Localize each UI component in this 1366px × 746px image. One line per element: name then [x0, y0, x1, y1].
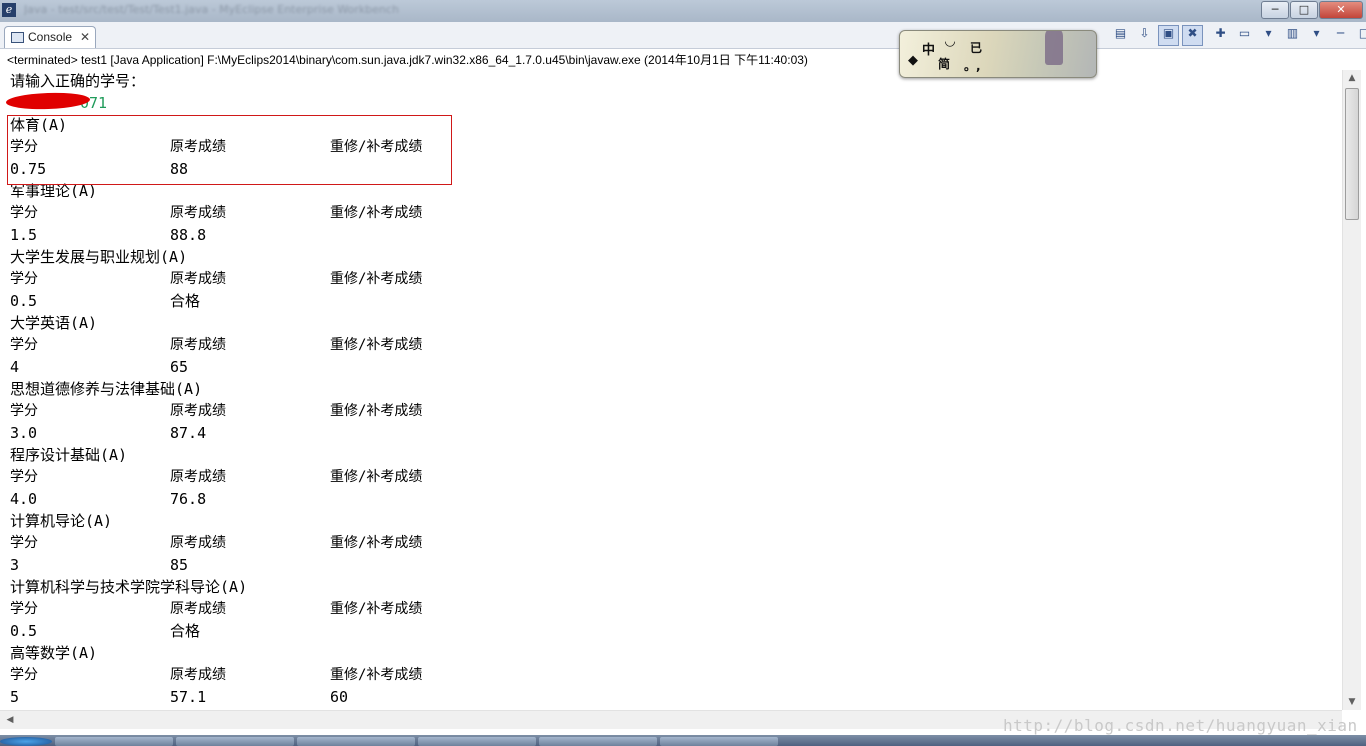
credit-value: 5 [10, 688, 20, 706]
window-title-bar: e Java - test/src/test/Test/Test1.java -… [0, 0, 1366, 22]
minimize-button[interactable]: ─ [1261, 1, 1289, 19]
course-name: 程序设计基础(A) [10, 446, 128, 464]
credit-value: 3.0 [10, 424, 38, 442]
tab-console[interactable]: Console ✕ [4, 26, 96, 48]
start-button[interactable] [0, 737, 52, 746]
open-console-icon[interactable]: ▥ [1282, 25, 1303, 46]
original-score-value: 76.8 [170, 490, 207, 508]
taskbar-item[interactable] [176, 737, 294, 746]
maximize-button[interactable]: □ [1290, 1, 1318, 19]
header-credit: 学分 [10, 205, 38, 221]
close-button[interactable]: ✕ [1319, 1, 1363, 19]
header-credit: 学分 [10, 601, 38, 617]
header-original-score: 原考成绩 [170, 403, 226, 419]
header-credit: 学分 [10, 271, 38, 287]
course-name: 思想道德修养与法律基础(A) [10, 380, 203, 398]
original-score-value: 57.1 [170, 688, 207, 706]
ime-ji-label: 已 [970, 41, 983, 55]
watermark: http://blog.csdn.net/huangyuan_xian [1003, 716, 1358, 735]
header-original-score: 原考成绩 [170, 535, 226, 551]
console-tools-right: ✚ ▭ ▾ ▥ ▾ ─ □ [1210, 25, 1366, 46]
highlight-box [7, 115, 452, 185]
console-icon [11, 32, 24, 43]
header-retake-score: 重修/补考成绩 [330, 403, 423, 419]
scroll-thumb[interactable] [1345, 88, 1359, 220]
course-name: 高等数学(A) [10, 644, 98, 662]
header-retake-score: 重修/补考成绩 [330, 667, 423, 683]
show-stdout-icon[interactable]: ▣ [1158, 25, 1179, 46]
header-original-score: 原考成绩 [170, 271, 226, 287]
header-credit: 学分 [10, 403, 38, 419]
view-maximize-icon[interactable]: □ [1354, 25, 1366, 46]
original-score-value: 65 [170, 358, 189, 376]
eclipse-app-icon[interactable]: e [2, 3, 16, 17]
console-status-line: <terminated> test1 [Java Application] F:… [7, 53, 808, 67]
scroll-lock-icon[interactable]: ⇩ [1134, 25, 1155, 46]
pin-console-icon[interactable]: ✚ [1210, 25, 1231, 46]
view-menu-chevron-down-icon[interactable]: ▾ [1306, 25, 1327, 46]
taskbar-item[interactable] [55, 737, 173, 746]
header-retake-score: 重修/补考成绩 [330, 469, 423, 485]
ime-fullwidth-icon[interactable]: ◡ [945, 34, 955, 49]
vertical-scrollbar[interactable]: ▲ ▼ [1342, 70, 1361, 710]
credit-value: 3 [10, 556, 20, 574]
header-retake-score: 重修/补考成绩 [330, 535, 423, 551]
original-score-value: 87.4 [170, 424, 207, 442]
original-score-value: 85 [170, 556, 189, 574]
windows-taskbar [0, 735, 1366, 746]
tab-close-icon[interactable]: ✕ [80, 30, 90, 44]
ime-chinese-mode[interactable]: 中 [922, 39, 935, 58]
header-retake-score: 重修/补考成绩 [330, 601, 423, 617]
window-title: Java - test/src/test/Test/Test1.java - M… [24, 3, 399, 15]
view-minimize-icon[interactable]: ─ [1330, 25, 1351, 46]
header-original-score: 原考成绩 [170, 667, 226, 683]
header-original-score: 原考成绩 [170, 469, 226, 485]
scroll-up-arrow-icon[interactable]: ▲ [1343, 70, 1361, 86]
header-credit: 学分 [10, 469, 38, 485]
original-score-value: 合格 [170, 292, 201, 310]
header-credit: 学分 [10, 667, 38, 683]
taskbar-item[interactable] [418, 737, 536, 746]
scroll-left-arrow-icon[interactable]: ◀ [2, 711, 18, 729]
console-view-toolbar: Console ✕ ▤ ⇩ ▣ ✖ ✚ ▭ ▾ ▥ ▾ ─ □ [0, 22, 1366, 49]
header-original-score: 原考成绩 [170, 601, 226, 617]
console-prompt: 请输入正确的学号： [10, 72, 146, 90]
header-credit: 学分 [10, 535, 38, 551]
scroll-down-arrow-icon[interactable]: ▼ [1343, 694, 1361, 710]
credit-value: 0.5 [10, 622, 38, 640]
ime-diamond-icon: ◆ [908, 53, 918, 68]
remove-launch-icon[interactable]: ✖ [1182, 25, 1203, 46]
taskbar-item[interactable] [539, 737, 657, 746]
menu-chevron-down-icon[interactable]: ▾ [1258, 25, 1279, 46]
header-retake-score: 重修/补考成绩 [330, 205, 423, 221]
course-name: 计算机导论(A) [10, 512, 113, 530]
credit-value: 4.0 [10, 490, 38, 508]
ime-skin-figure [1045, 31, 1063, 65]
header-original-score: 原考成绩 [170, 205, 226, 221]
clear-console-icon[interactable]: ▤ [1110, 25, 1131, 46]
course-name: 大学生发展与职业规划(A) [10, 248, 188, 266]
window-controls: ─ □ ✕ [1260, 1, 1363, 19]
original-score-value: 合格 [170, 622, 201, 640]
course-name: 大学英语(A) [10, 314, 98, 332]
header-retake-score: 重修/补考成绩 [330, 271, 423, 287]
taskbar-item[interactable] [660, 737, 778, 746]
credit-value: 0.5 [10, 292, 38, 310]
header-credit: 学分 [10, 337, 38, 353]
original-score-value: 88.8 [170, 226, 207, 244]
credit-value: 1.5 [10, 226, 38, 244]
display-selected-console-icon[interactable]: ▭ [1234, 25, 1255, 46]
retake-score-value: 60 [330, 688, 349, 706]
taskbar-item[interactable] [297, 737, 415, 746]
header-retake-score: 重修/补考成绩 [330, 337, 423, 353]
tab-console-label: Console [28, 30, 73, 44]
course-name: 计算机科学与技术学院学科导论(A) [10, 578, 248, 596]
credit-value: 4 [10, 358, 20, 376]
console-tools-left: ▤ ⇩ ▣ ✖ [1110, 25, 1203, 46]
header-original-score: 原考成绩 [170, 337, 226, 353]
